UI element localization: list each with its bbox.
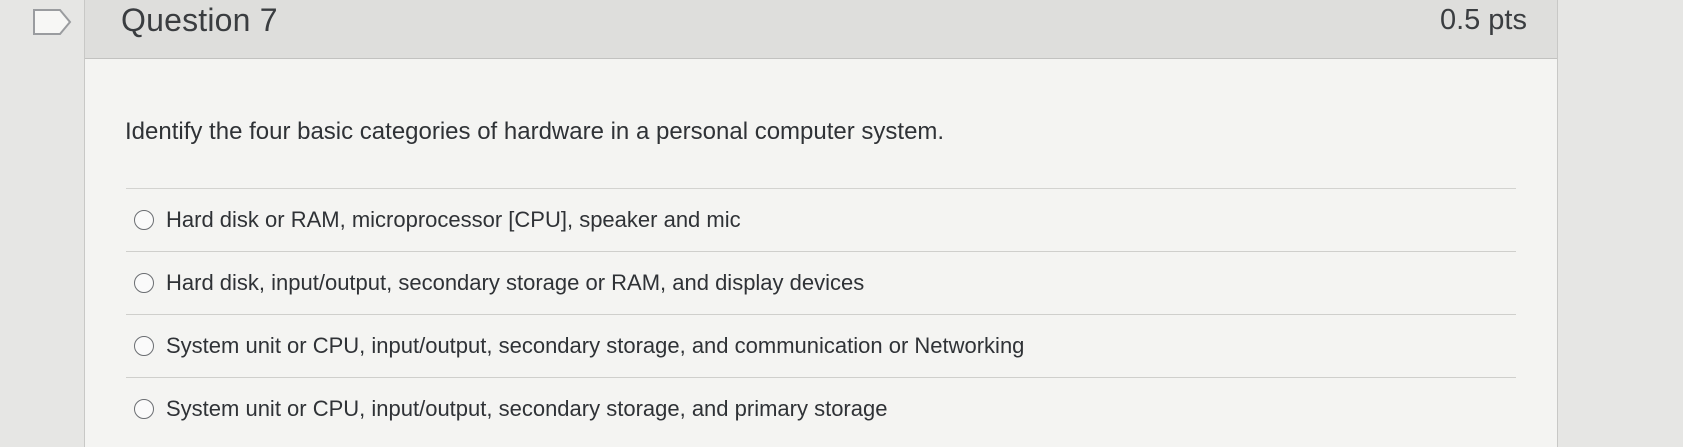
answer-option[interactable]: System unit or CPU, input/output, second… — [126, 315, 1516, 378]
question-header: Question 7 0.5 pts — [85, 0, 1557, 59]
radio-button[interactable] — [134, 336, 154, 356]
answer-label: Hard disk, input/output, secondary stora… — [166, 270, 865, 295]
answer-list: Hard disk or RAM, microprocessor [CPU], … — [126, 188, 1516, 440]
radio-button[interactable] — [134, 273, 154, 293]
flag-question-icon[interactable] — [30, 6, 74, 38]
radio-button[interactable] — [134, 210, 154, 230]
question-title: Question 7 — [121, 2, 278, 38]
answer-option[interactable]: Hard disk, input/output, secondary stora… — [126, 252, 1516, 315]
answer-label: System unit or CPU, input/output, second… — [166, 333, 1025, 358]
answer-option[interactable]: System unit or CPU, input/output, second… — [126, 378, 1516, 440]
answer-label: Hard disk or RAM, microprocessor [CPU], … — [166, 207, 741, 232]
question-points: 0.5 pts — [1439, 4, 1527, 36]
radio-button[interactable] — [134, 399, 154, 419]
answer-option[interactable]: Hard disk or RAM, microprocessor [CPU], … — [126, 188, 1516, 252]
answer-label: System unit or CPU, input/output, second… — [166, 396, 888, 421]
question-text: Identify the four basic categories of ha… — [125, 118, 945, 145]
